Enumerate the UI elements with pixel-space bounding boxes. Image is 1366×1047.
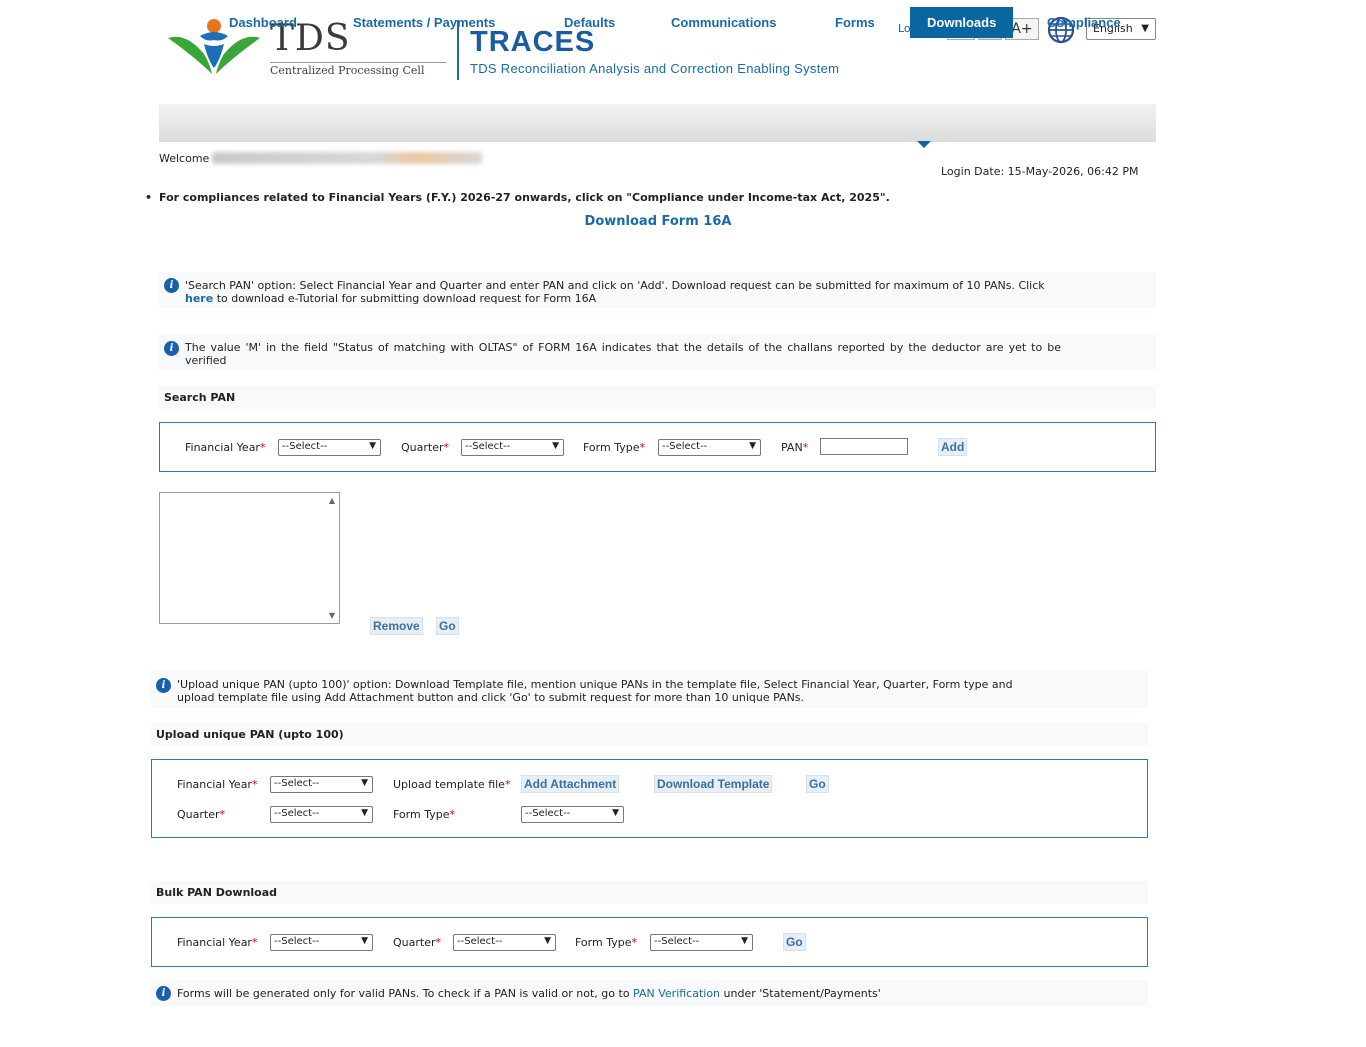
oltas-info-text: The value 'M' in the field "Status of ma… bbox=[185, 341, 1061, 367]
search-form-type-select[interactable]: --Select-- ▼ bbox=[658, 439, 761, 456]
chevron-down-icon: ▼ bbox=[361, 808, 368, 818]
upload-form-type-select[interactable]: --Select-- ▼ bbox=[521, 806, 624, 823]
chevron-down-icon: ▼ bbox=[544, 936, 551, 946]
search-fy-select[interactable]: --Select-- ▼ bbox=[278, 439, 381, 456]
pan-validity-info-text: Forms will be generated only for valid P… bbox=[177, 987, 881, 1000]
upload-quarter-select[interactable]: --Select-- ▼ bbox=[270, 806, 373, 823]
upload-pan-form bbox=[151, 759, 1148, 838]
chevron-down-icon: ▼ bbox=[741, 936, 748, 946]
chevron-down-icon: ▼ bbox=[361, 936, 368, 946]
bulk-go-button[interactable]: Go bbox=[783, 933, 806, 951]
active-tab-caret bbox=[917, 141, 931, 148]
compliance-notice: For compliances related to Financial Yea… bbox=[159, 191, 890, 204]
scroll-down-icon[interactable]: ▼ bbox=[329, 611, 335, 620]
bulk-form-type-select[interactable]: --Select-- ▼ bbox=[650, 934, 753, 951]
nav-downloads[interactable]: Downloads bbox=[910, 7, 1014, 38]
nav-communications[interactable]: Communications bbox=[671, 15, 776, 30]
page-title: Download Form 16A bbox=[584, 214, 732, 229]
user-name-redacted bbox=[212, 152, 482, 164]
bullet-icon: • bbox=[145, 191, 153, 204]
upload-info-text: 'Upload unique PAN (upto 100)' option: D… bbox=[177, 678, 1013, 704]
pan-listbox[interactable]: ▲ ▼ bbox=[159, 492, 340, 624]
add-attachment-button[interactable]: Add Attachment bbox=[521, 775, 620, 793]
nav-dashboard[interactable]: Dashboard bbox=[229, 15, 297, 30]
nav-defaults[interactable]: Defaults bbox=[564, 15, 615, 30]
welcome-label: Welcome bbox=[159, 152, 210, 165]
app-subtitle: TDS Reconciliation Analysis and Correcti… bbox=[470, 61, 840, 76]
e-tutorial-link[interactable]: here bbox=[185, 292, 213, 305]
scroll-up-icon[interactable]: ▲ bbox=[329, 496, 335, 505]
info-icon: i bbox=[164, 278, 179, 293]
chevron-down-icon: ▼ bbox=[552, 441, 559, 451]
search-go-button[interactable]: Go bbox=[436, 617, 459, 635]
nav-statements-payments[interactable]: Statements / Payments bbox=[353, 15, 495, 30]
tds-logo-subtitle: Centralized Processing Cell bbox=[270, 62, 446, 77]
chevron-down-icon: ▼ bbox=[369, 441, 376, 451]
bulk-quarter-select[interactable]: --Select-- ▼ bbox=[453, 934, 556, 951]
info-icon: i bbox=[156, 678, 171, 693]
app-title: TRACES bbox=[470, 26, 596, 58]
chevron-down-icon: ▼ bbox=[749, 441, 756, 451]
search-quarter-label: Quarter* bbox=[401, 441, 449, 454]
login-date: Login Date: 15-May-2026, 06:42 PM bbox=[941, 165, 1139, 178]
nav-forms[interactable]: Forms bbox=[835, 15, 875, 30]
search-pan-info-text: 'Search PAN' option: Select Financial Ye… bbox=[185, 279, 1045, 305]
search-quarter-select[interactable]: --Select-- ▼ bbox=[461, 439, 564, 456]
chevron-down-icon: ▼ bbox=[361, 778, 368, 788]
bulk-fy-label: Financial Year* bbox=[177, 936, 258, 949]
pan-input[interactable] bbox=[820, 438, 908, 455]
upload-fy-select[interactable]: --Select-- ▼ bbox=[270, 776, 373, 793]
upload-form-type-label: Form Type* bbox=[393, 808, 455, 821]
chevron-down-icon: ▼ bbox=[612, 808, 619, 818]
info-icon: i bbox=[164, 341, 179, 356]
add-button[interactable]: Add bbox=[938, 438, 968, 456]
main-nav bbox=[159, 104, 1156, 142]
nav-compliance[interactable]: Compliance bbox=[1047, 15, 1121, 30]
search-fy-label: Financial Year* bbox=[185, 441, 266, 454]
pan-verification-link[interactable]: PAN Verification bbox=[633, 987, 720, 1000]
upload-go-button[interactable]: Go bbox=[806, 775, 829, 793]
remove-button[interactable]: Remove bbox=[370, 617, 423, 635]
upload-quarter-label: Quarter* bbox=[177, 808, 225, 821]
bulk-pan-title: Bulk PAN Download bbox=[151, 881, 1148, 904]
upload-fy-label: Financial Year* bbox=[177, 778, 258, 791]
bulk-form-type-label: Form Type* bbox=[575, 936, 637, 949]
upload-template-label: Upload template file* bbox=[393, 778, 511, 791]
info-icon: i bbox=[156, 986, 171, 1001]
chevron-down-icon: ▼ bbox=[1141, 23, 1149, 34]
pan-label: PAN* bbox=[781, 441, 809, 454]
bulk-fy-select[interactable]: --Select-- ▼ bbox=[270, 934, 373, 951]
search-form-type-label: Form Type* bbox=[583, 441, 645, 454]
download-template-button[interactable]: Download Template bbox=[654, 775, 773, 793]
upload-pan-title: Upload unique PAN (upto 100) bbox=[151, 723, 1148, 746]
bulk-quarter-label: Quarter* bbox=[393, 936, 441, 949]
search-pan-title: Search PAN bbox=[159, 386, 1156, 409]
